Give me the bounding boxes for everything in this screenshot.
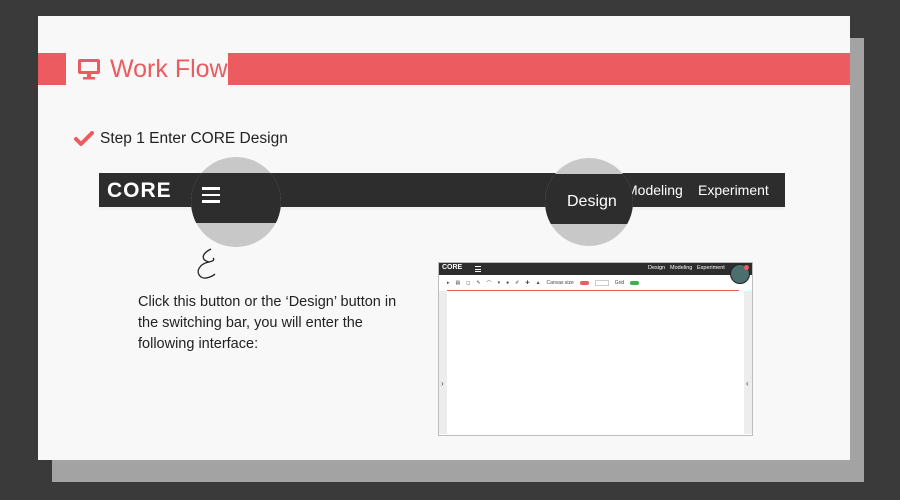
magnifier-design: Design: [545, 158, 633, 246]
screenshot-nav-modeling: Modeling: [670, 265, 693, 271]
monitor-icon: [78, 59, 100, 80]
title-box: Work Flow: [66, 50, 228, 88]
screenshot-right-arrow-icon: ‹: [746, 379, 749, 388]
page-title: Work Flow: [110, 54, 228, 83]
nav-modeling-link[interactable]: Modeling: [626, 182, 683, 198]
instruction-text: Click this button or the ‘Design’ button…: [138, 294, 397, 352]
curl-arrow-icon: [197, 248, 216, 279]
screenshot-nav-bar: CORE Design Modeling Experiment: [439, 263, 752, 275]
screenshot-canvas-label: Canvas size: [546, 280, 574, 286]
step-text: Step 1 Enter CORE Design: [100, 130, 288, 147]
screenshot-left-arrow-icon: ›: [441, 379, 444, 388]
core-logo[interactable]: CORE: [107, 179, 172, 203]
nav-design-link[interactable]: Design: [567, 193, 617, 211]
design-interface-screenshot: CORE Design Modeling Experiment ▸ ▤ ◻ ✎ ⌒ ▾ ● ✐…: [438, 262, 753, 436]
screenshot-left-panel: ›: [439, 291, 447, 434]
screenshot-divider: [447, 290, 739, 291]
screenshot-nav-experiment: Experiment: [697, 265, 725, 271]
screenshot-logo: CORE: [442, 264, 463, 271]
screenshot-grid-label: Grid: [614, 280, 625, 286]
slide: Work Flow Step 1 Enter CORE Design CORE …: [38, 16, 850, 460]
screenshot-hamburger-icon: [475, 266, 481, 274]
step-heading: Step 1 Enter CORE Design: [74, 130, 288, 148]
screenshot-right-panel: ‹: [744, 291, 752, 434]
check-icon: [74, 131, 94, 146]
screenshot-toolbar: ▸ ▤ ◻ ✎ ⌒ ▾ ● ✐ ✚ ▲ Canvas size Grid: [447, 277, 737, 289]
nav-experiment-link[interactable]: Experiment: [698, 182, 769, 198]
hamburger-icon[interactable]: [202, 187, 220, 207]
magnifier-menu: [191, 157, 281, 247]
screenshot-nav-design: Design: [648, 265, 666, 271]
